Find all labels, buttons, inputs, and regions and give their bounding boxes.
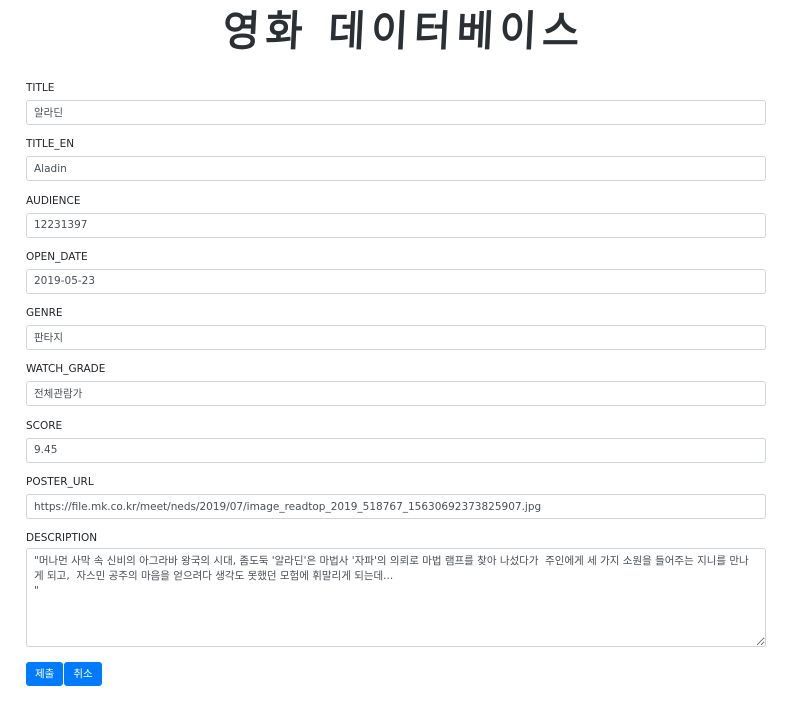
field-title-en: TITLE_EN — [26, 138, 766, 194]
description-textarea[interactable]: "머나먼 사막 속 신비의 아그라바 왕국의 시대, 좀도둑 '알라딘'은 마법… — [26, 548, 766, 648]
audience-input[interactable] — [26, 212, 766, 238]
score-label: SCORE — [26, 419, 63, 432]
submit-button[interactable]: 제출 — [26, 662, 64, 686]
watch-grade-label: WATCH_GRADE — [26, 363, 106, 376]
open-date-label: OPEN_DATE — [26, 250, 88, 263]
genre-input[interactable] — [26, 325, 766, 351]
field-watch-grade: WATCH_GRADE — [26, 363, 766, 419]
description-label: DESCRIPTION — [26, 532, 98, 545]
title-en-label: TITLE_EN — [26, 138, 75, 151]
field-open-date: OPEN_DATE — [26, 251, 766, 307]
movie-form: TITLE TITLE_EN AUDIENCE OPEN_DATE GENRE … — [26, 82, 766, 648]
cancel-button[interactable]: 취소 — [64, 662, 102, 686]
field-audience: AUDIENCE — [26, 195, 766, 251]
audience-label: AUDIENCE — [26, 194, 81, 207]
field-genre: GENRE — [26, 307, 766, 363]
poster-url-input[interactable] — [26, 494, 766, 520]
title-label: TITLE — [26, 82, 55, 94]
watch-grade-input[interactable] — [26, 381, 766, 407]
page-title: 영화 데이터베이스 — [221, 7, 587, 57]
field-poster-url: POSTER_URL — [26, 476, 766, 532]
score-input[interactable] — [26, 437, 766, 463]
form-actions: 제출 취소 — [26, 662, 103, 686]
title-input[interactable] — [26, 100, 766, 125]
field-title: TITLE — [26, 82, 766, 138]
open-date-input[interactable] — [26, 268, 766, 294]
poster-url-label: POSTER_URL — [26, 476, 94, 489]
field-score: SCORE — [26, 420, 766, 476]
page: 영화 데이터베이스 TITLE TITLE_EN AUDIENCE OPEN_D… — [0, 0, 808, 707]
genre-label: GENRE — [26, 307, 63, 320]
field-description: DESCRIPTION "머나먼 사막 속 신비의 아그라바 왕국의 시대, 좀… — [26, 532, 766, 648]
title-en-input[interactable] — [26, 156, 766, 182]
